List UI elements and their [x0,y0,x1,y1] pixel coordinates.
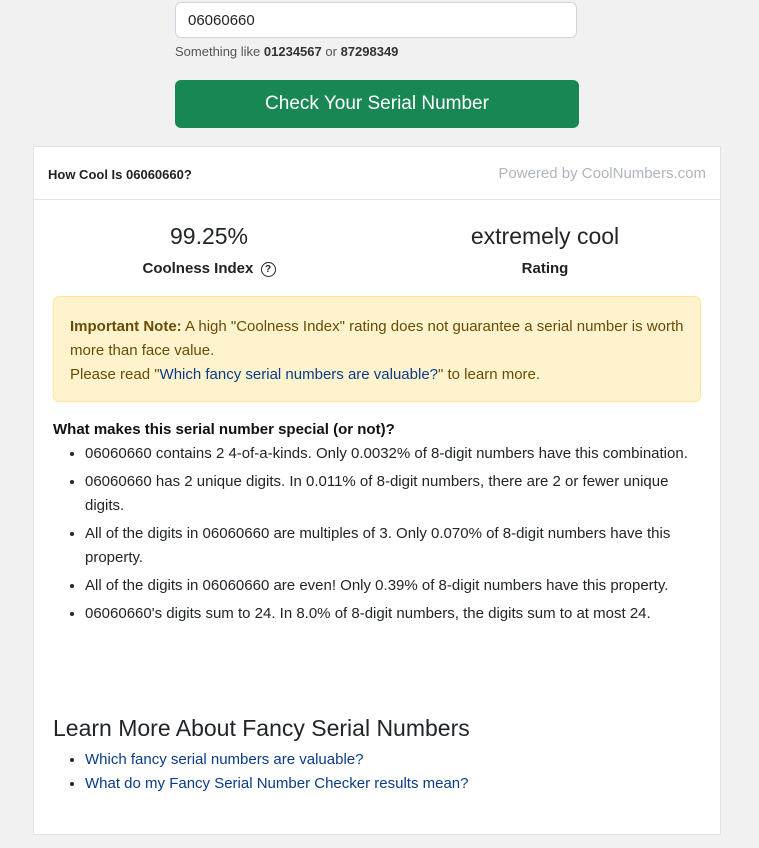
hint-prefix: Something like [175,44,261,59]
note-bold-label: Important Note: [70,318,182,335]
list-item: 06060660 contains 2 4-of-a-kinds. Only 0… [85,442,703,466]
list-item: All of the digits in 06060660 are multip… [85,522,703,570]
special-section: What makes this serial number special (o… [53,421,703,630]
list-item: 06060660 has 2 unique digits. In 0.011% … [85,470,703,518]
list-item: Which fancy serial numbers are valuable? [85,748,703,772]
hint-example-2: 87298349 [340,44,399,59]
hint-example-1: 01234567 [263,44,322,59]
coolness-index-label-row: Coolness Index ? [59,260,359,277]
special-list: 06060660 contains 2 4-of-a-kinds. Only 0… [53,442,703,626]
important-note-alert: Important Note: A high "Coolness Index" … [53,296,701,402]
learn-more-heading: Learn More About Fancy Serial Numbers [53,715,470,741]
learn-more-section: Learn More About Fancy Serial Numbers Wh… [53,715,703,796]
list-item: 06060660's digits sum to 24. In 8.0% of … [85,602,703,626]
card-title: How Cool Is 06060660? [48,167,192,182]
list-item: All of the digits in 06060660 are even! … [85,574,703,598]
list-item: What do my Fancy Serial Number Checker r… [85,772,703,796]
results-card: How Cool Is 06060660? Powered by CoolNum… [33,146,721,835]
serial-number-input[interactable] [175,2,577,38]
note-read-suffix: " to learn more. [438,366,541,383]
check-serial-button[interactable]: Check Your Serial Number [175,80,579,128]
checker-results-link[interactable]: What do my Fancy Serial Number Checker r… [85,775,468,792]
coolness-index-stat: 99.25% Coolness Index ? [59,223,359,277]
learn-more-list: Which fancy serial numbers are valuable?… [53,748,703,796]
coolness-index-label: Coolness Index [142,260,254,277]
card-header: How Cool Is 06060660? Powered by CoolNum… [34,147,720,200]
note-valuable-link[interactable]: Which fancy serial numbers are valuable? [160,366,438,383]
coolness-index-value: 99.25% [169,223,248,249]
note-read-prefix: Please read " [70,366,160,383]
special-heading: What makes this serial number special (o… [53,421,395,438]
input-hint: Something like 01234567 or 87298349 [175,44,398,59]
rating-stat: extremely cool Rating [395,223,695,277]
rating-label: Rating [521,260,569,277]
help-circle-icon[interactable]: ? [260,262,276,277]
powered-by-text: Powered by CoolNumbers.com [498,165,706,182]
valuable-serials-link[interactable]: Which fancy serial numbers are valuable? [85,751,363,768]
rating-value: extremely cool [470,223,620,249]
hint-or: or [325,44,337,59]
